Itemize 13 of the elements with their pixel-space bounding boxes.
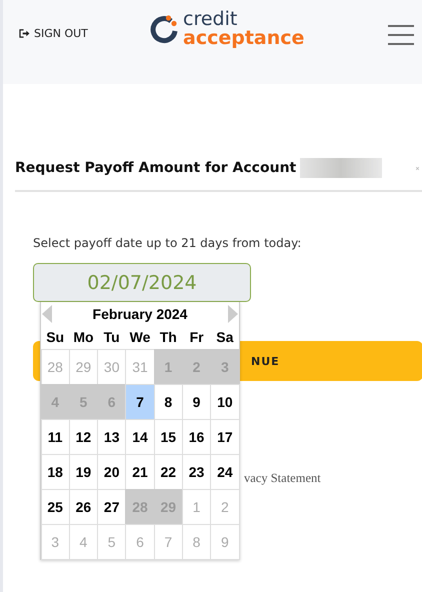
privacy-text: vacy Statement [244, 471, 322, 486]
weekday-label: Th [158, 328, 178, 347]
weekday-label: Tu [102, 328, 121, 347]
weekday-label: We [128, 328, 152, 347]
weekday-label: Mo [72, 328, 95, 347]
weekday-label: Sa [215, 328, 234, 347]
field-label: Select payoff date up to 21 days from today: [33, 236, 302, 250]
month-title: February 2024 [92, 306, 188, 322]
weekday-label: Fr [188, 328, 205, 347]
logo-text: credit [183, 10, 238, 29]
logo-text: acceptance [183, 29, 304, 48]
page-title: Request Payoff Amount for Account [15, 160, 296, 176]
weekday-label: Su [45, 328, 66, 347]
